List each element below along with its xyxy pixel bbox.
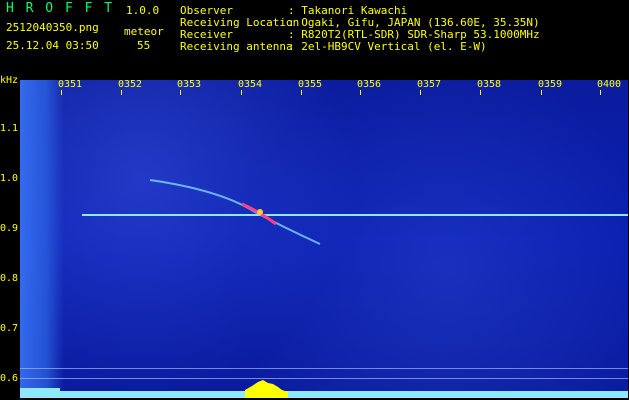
x-tick [301, 90, 302, 95]
detection-count: 55 [137, 39, 151, 52]
detection-label: meteor [124, 25, 164, 38]
x-tick [360, 90, 361, 95]
x-tick [480, 90, 481, 95]
y-tick-label: 0.9 [0, 223, 19, 234]
x-tick [541, 90, 542, 95]
info-value-antenna: : 2el-HB9CV Vertical (el. E-W) [288, 40, 487, 53]
x-tick-label: 0357 [417, 79, 442, 90]
y-axis-unit: kHz [0, 75, 19, 86]
x-tick [600, 90, 601, 95]
y-tick-label: 1.0 [0, 173, 19, 184]
file-datetime: 25.12.04 03:50 [6, 39, 99, 52]
x-tick [241, 90, 242, 95]
x-tick-label: 0400 [597, 79, 622, 90]
y-tick-label: 0.6 [0, 373, 19, 384]
x-tick-label: 0354 [238, 79, 263, 90]
info-label-antenna: Receiving antenna [180, 40, 293, 53]
file-name: 2512040350.png [6, 21, 99, 34]
power-histogram [20, 380, 628, 398]
spectrogram [20, 80, 628, 398]
app-name: H R O F F T [6, 1, 115, 16]
app-version: 1.0.0 [126, 4, 160, 17]
x-tick-label: 0355 [298, 79, 323, 90]
y-tick-label: 1.1 [0, 123, 19, 134]
x-tick-label: 0359 [538, 79, 563, 90]
x-tick [180, 90, 181, 95]
x-tick-label: 0358 [477, 79, 502, 90]
x-tick-label: 0352 [118, 79, 143, 90]
x-tick-label: 0351 [58, 79, 83, 90]
x-tick [121, 90, 122, 95]
x-tick-label: 0356 [357, 79, 382, 90]
header-panel: H R O F F T 1.0.0 2512040350.png 25.12.0… [0, 0, 629, 74]
x-tick [61, 90, 62, 95]
meteor-echo [149, 179, 321, 245]
x-tick [420, 90, 421, 95]
y-tick-label: 0.7 [0, 323, 19, 334]
y-tick-label: 0.8 [0, 273, 19, 284]
x-tick-label: 0353 [177, 79, 202, 90]
